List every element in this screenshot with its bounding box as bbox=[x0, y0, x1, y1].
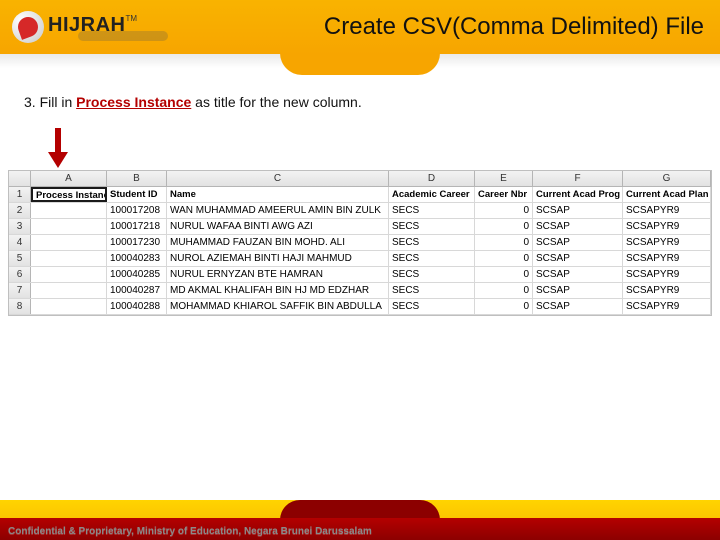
column-header[interactable]: G bbox=[623, 171, 711, 186]
column-header[interactable]: C bbox=[167, 171, 389, 186]
row-header[interactable]: 6 bbox=[9, 267, 31, 282]
cell[interactable]: 100017230 bbox=[107, 235, 167, 250]
cell[interactable] bbox=[31, 283, 107, 298]
row-header[interactable]: 4 bbox=[9, 235, 31, 250]
cell[interactable]: NUROL AZIEMAH BINTI HAJI MAHMUD bbox=[167, 251, 389, 266]
cell[interactable]: Current Acad Prog bbox=[533, 187, 623, 202]
cell[interactable] bbox=[31, 235, 107, 250]
cell[interactable] bbox=[31, 219, 107, 234]
cell[interactable]: Student ID bbox=[107, 187, 167, 202]
column-header[interactable]: B bbox=[107, 171, 167, 186]
header-underline bbox=[0, 54, 720, 68]
footer-notch bbox=[280, 500, 440, 520]
instruction-rest: as title for the new column. bbox=[191, 94, 361, 110]
cell[interactable]: 100040288 bbox=[107, 299, 167, 314]
cell[interactable]: Name bbox=[167, 187, 389, 202]
logo-subline bbox=[78, 31, 168, 41]
table-row: 8 100040288MOHAMMAD KHIAROL SAFFIK BIN AB… bbox=[9, 299, 711, 315]
cell[interactable]: Career Nbr bbox=[475, 187, 533, 202]
table-row: 5 100040283NUROL AZIEMAH BINTI HAJI MAHMU… bbox=[9, 251, 711, 267]
cell[interactable]: 100040285 bbox=[107, 267, 167, 282]
cell[interactable]: SCSAPYR9 bbox=[623, 219, 711, 234]
logo: HIJRAHTM bbox=[12, 11, 168, 43]
cell[interactable]: 0 bbox=[475, 283, 533, 298]
cell[interactable]: 0 bbox=[475, 267, 533, 282]
footer-bar: Confidential & Proprietary, Ministry of … bbox=[0, 500, 720, 540]
spreadsheet: A B C D E F G 1Process InstanceStudent I… bbox=[8, 170, 712, 316]
cell[interactable]: MD AKMAL KHALIFAH BIN HJ MD EDZHAR bbox=[167, 283, 389, 298]
table-row: 1Process InstanceStudent IDNameAcademic … bbox=[9, 187, 711, 203]
cell[interactable]: 0 bbox=[475, 219, 533, 234]
row-header[interactable]: 5 bbox=[9, 251, 31, 266]
cell[interactable]: NURUL ERNYZAN BTE HAMRAN bbox=[167, 267, 389, 282]
column-header[interactable]: F bbox=[533, 171, 623, 186]
cell[interactable]: Current Acad Plan bbox=[623, 187, 711, 202]
cell[interactable]: Process Instance bbox=[31, 187, 107, 202]
column-header[interactable]: A bbox=[31, 171, 107, 186]
table-row: 4100017230MUHAMMAD FAUZAN BIN MOHD. ALIS… bbox=[9, 235, 711, 251]
cell[interactable]: SECS bbox=[389, 299, 475, 314]
row-header[interactable]: 7 bbox=[9, 283, 31, 298]
cell[interactable]: SECS bbox=[389, 203, 475, 218]
cell[interactable]: SCSAPYR9 bbox=[623, 267, 711, 282]
table-row: 2 100017208WAN MUHAMMAD AMEERUL AMIN BIN … bbox=[9, 203, 711, 219]
cell[interactable]: SCSAPYR9 bbox=[623, 299, 711, 314]
column-headers-row: A B C D E F G bbox=[9, 171, 711, 187]
cell[interactable] bbox=[31, 299, 107, 314]
header-notch bbox=[280, 53, 440, 75]
cell[interactable]: SCSAP bbox=[533, 219, 623, 234]
cell[interactable]: 100017208 bbox=[107, 203, 167, 218]
cell[interactable]: 100040287 bbox=[107, 283, 167, 298]
cell[interactable]: SECS bbox=[389, 219, 475, 234]
page-title: Create CSV(Comma Delimited) File bbox=[168, 13, 708, 41]
cell[interactable]: SECS bbox=[389, 235, 475, 250]
cell[interactable]: SECS bbox=[389, 251, 475, 266]
cell[interactable]: SCSAP bbox=[533, 235, 623, 250]
cell[interactable]: 0 bbox=[475, 251, 533, 266]
cell[interactable]: SCSAP bbox=[533, 251, 623, 266]
cell[interactable]: SCSAPYR9 bbox=[623, 283, 711, 298]
instruction-highlight: Process Instance bbox=[76, 94, 191, 110]
cell[interactable]: NURUL WAFAA BINTI AWG AZI bbox=[167, 219, 389, 234]
instruction-step: 3. Fill in bbox=[24, 94, 76, 110]
row-header[interactable]: 8 bbox=[9, 299, 31, 314]
select-all-corner[interactable] bbox=[9, 171, 31, 186]
table-row: 6100040285NURUL ERNYZAN BTE HAMRANSECS0S… bbox=[9, 267, 711, 283]
column-header[interactable]: E bbox=[475, 171, 533, 186]
cell[interactable]: WAN MUHAMMAD AMEERUL AMIN BIN ZULK bbox=[167, 203, 389, 218]
cell[interactable] bbox=[31, 203, 107, 218]
footer-text: Confidential & Proprietary, Ministry of … bbox=[8, 526, 372, 537]
cell[interactable] bbox=[31, 251, 107, 266]
cell[interactable]: SCSAP bbox=[533, 283, 623, 298]
cell[interactable]: SCSAP bbox=[533, 267, 623, 282]
cell[interactable]: SECS bbox=[389, 283, 475, 298]
row-header[interactable]: 3 bbox=[9, 219, 31, 234]
cell[interactable]: SCSAP bbox=[533, 203, 623, 218]
header-bar: HIJRAHTM Create CSV(Comma Delimited) Fil… bbox=[0, 0, 720, 54]
cell[interactable]: SECS bbox=[389, 267, 475, 282]
cell[interactable]: MUHAMMAD FAUZAN BIN MOHD. ALI bbox=[167, 235, 389, 250]
red-arrow-icon bbox=[48, 128, 720, 168]
table-row: 7 100040287MD AKMAL KHALIFAH BIN HJ MD ED… bbox=[9, 283, 711, 299]
cell[interactable]: SCSAPYR9 bbox=[623, 203, 711, 218]
cell[interactable]: 100040283 bbox=[107, 251, 167, 266]
row-header[interactable]: 1 bbox=[9, 187, 31, 202]
cell[interactable]: Academic Career bbox=[389, 187, 475, 202]
logo-tm: TM bbox=[125, 14, 137, 23]
cell[interactable]: SCSAP bbox=[533, 299, 623, 314]
cell[interactable]: 0 bbox=[475, 299, 533, 314]
column-header[interactable]: D bbox=[389, 171, 475, 186]
cell[interactable]: SCSAPYR9 bbox=[623, 251, 711, 266]
cell[interactable] bbox=[31, 267, 107, 282]
logo-crest-icon bbox=[12, 11, 44, 43]
cell[interactable]: 0 bbox=[475, 203, 533, 218]
cell[interactable]: 0 bbox=[475, 235, 533, 250]
cell[interactable]: SCSAPYR9 bbox=[623, 235, 711, 250]
table-row: 3 100017218NURUL WAFAA BINTI AWG AZISECS0… bbox=[9, 219, 711, 235]
cell[interactable]: MOHAMMAD KHIAROL SAFFIK BIN ABDULLA bbox=[167, 299, 389, 314]
row-header[interactable]: 2 bbox=[9, 203, 31, 218]
cell[interactable]: 100017218 bbox=[107, 219, 167, 234]
